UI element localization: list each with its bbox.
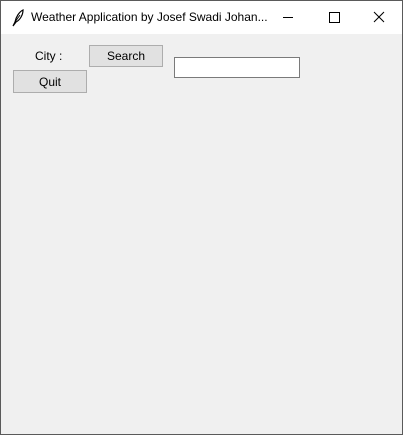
search-button[interactable]: Search [89, 45, 163, 67]
feather-icon [11, 9, 25, 27]
city-input[interactable] [174, 57, 300, 78]
minimize-button[interactable] [265, 1, 311, 34]
close-button[interactable] [356, 1, 402, 34]
quit-button[interactable]: Quit [13, 70, 87, 93]
app-window: Weather Application by Josef Swadi Johan… [0, 0, 403, 435]
client-area: City : Search Quit [1, 34, 402, 434]
title-bar[interactable]: Weather Application by Josef Swadi Johan… [1, 1, 402, 34]
city-label: City : [35, 49, 63, 63]
window-title: Weather Application by Josef Swadi Johan… [31, 10, 267, 24]
maximize-button[interactable] [311, 1, 357, 34]
